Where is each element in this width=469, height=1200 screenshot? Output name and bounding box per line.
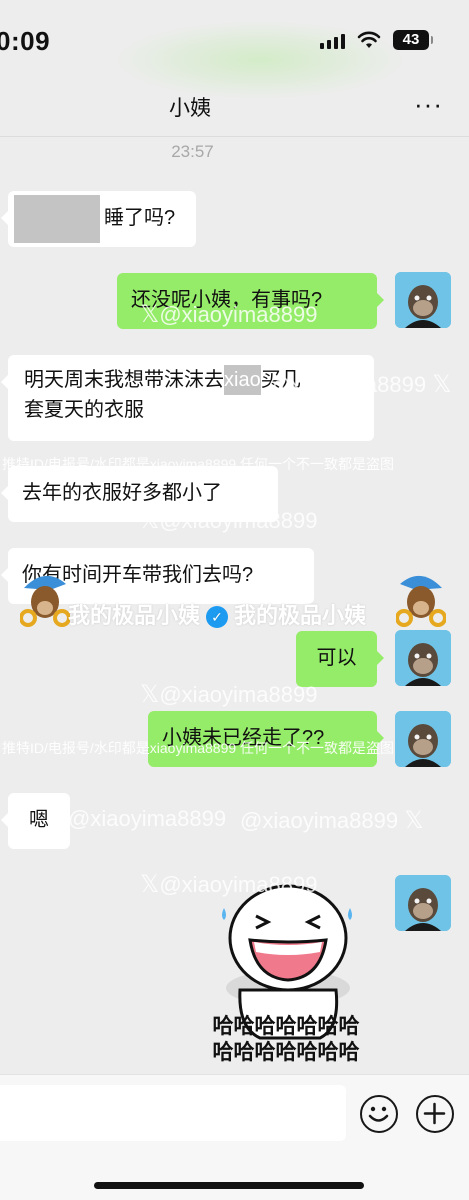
emoji-icon	[368, 1106, 389, 1122]
my-avatar[interactable]	[395, 630, 451, 686]
message-bubble-incoming[interactable]: 去年的衣服好多都小了	[1, 466, 278, 522]
message-text: 嗯	[29, 809, 49, 831]
nav-divider	[0, 136, 469, 137]
battery-icon: 43	[393, 30, 433, 50]
message-bubble-outgoing[interactable]: 小姨未已经走了??	[148, 711, 384, 767]
message-text: 去年的衣服好多都小了	[22, 482, 222, 504]
x-logo-icon: 𝕏	[140, 681, 160, 708]
more-options-icon[interactable]: ···	[414, 91, 443, 117]
status-icons: 43	[320, 30, 433, 50]
status-bar: 0:09 43	[0, 0, 469, 100]
x-logo-icon: 𝕏	[432, 371, 452, 398]
x-logo-icon: 𝕏	[404, 807, 424, 834]
message-text-part: 买几	[260, 369, 301, 391]
message-timestamp: 23:57	[171, 142, 214, 161]
home-indicator	[94, 1182, 364, 1189]
chat-title: 小姨	[169, 97, 211, 120]
brand-text: 我的极品小姨	[234, 603, 367, 628]
ape-avatar-icon	[395, 875, 451, 931]
message-bubble-outgoing[interactable]: 还没呢小姨，有事吗?	[117, 273, 384, 329]
watermark-text: @xiaoyima8899	[68, 806, 227, 831]
status-time: 0:09	[0, 26, 51, 56]
ape-avatar-icon	[395, 711, 451, 767]
ape-avatar-icon	[395, 630, 451, 686]
brand-text: 我的极品小姨	[68, 603, 201, 628]
plus-icon	[423, 1102, 446, 1125]
watermark-text: @xiaoyima8899	[159, 682, 318, 707]
message-bubble-outgoing[interactable]: 可以	[296, 631, 384, 687]
more-functions-button[interactable]	[416, 1095, 454, 1133]
message-bubble-incoming[interactable]: 嗯	[1, 793, 70, 849]
message-input[interactable]	[0, 1085, 346, 1141]
wifi-icon	[357, 31, 381, 49]
my-avatar[interactable]	[395, 272, 451, 328]
my-avatar[interactable]	[395, 875, 451, 931]
signal-icon	[320, 31, 345, 49]
watermark-handle: @xiaoyima8899	[68, 806, 226, 832]
message-text-part: 明天周末我想带沫沫去	[24, 369, 224, 391]
message-bubble-incoming[interactable]: 睡了吗?	[1, 191, 196, 247]
message-bubble-incoming[interactable]: 明天周末我想带沫沫去xiao买几 套夏天的衣服	[1, 355, 374, 441]
verified-badge-icon: ✓	[206, 606, 229, 629]
sticker-caption-line2: 哈哈哈哈哈哈哈	[212, 1041, 360, 1064]
censored-word: xiao	[224, 365, 261, 395]
my-avatar[interactable]	[395, 711, 451, 767]
message-text: 还没呢小姨，有事吗?	[131, 289, 323, 311]
mascot-watermark-icon	[396, 575, 446, 627]
x-logo-icon: 𝕏	[140, 871, 160, 898]
message-text: 小姨未已经走了??	[162, 727, 325, 749]
mascot-watermark-icon	[20, 575, 70, 627]
emoji-button[interactable]	[360, 1095, 398, 1133]
watermark-handle: @xiaoyima8899 𝕏	[240, 806, 424, 835]
watermark-text: @xiaoyima8899	[240, 808, 399, 833]
ape-avatar-icon	[395, 272, 451, 328]
message-text-line2: 套夏天的衣服	[24, 399, 144, 421]
watermark-handle: 𝕏@xiaoyima8899	[140, 680, 317, 709]
message-text: 可以	[316, 647, 357, 669]
censored-name	[14, 195, 100, 243]
message-text: 睡了吗?	[104, 207, 176, 229]
